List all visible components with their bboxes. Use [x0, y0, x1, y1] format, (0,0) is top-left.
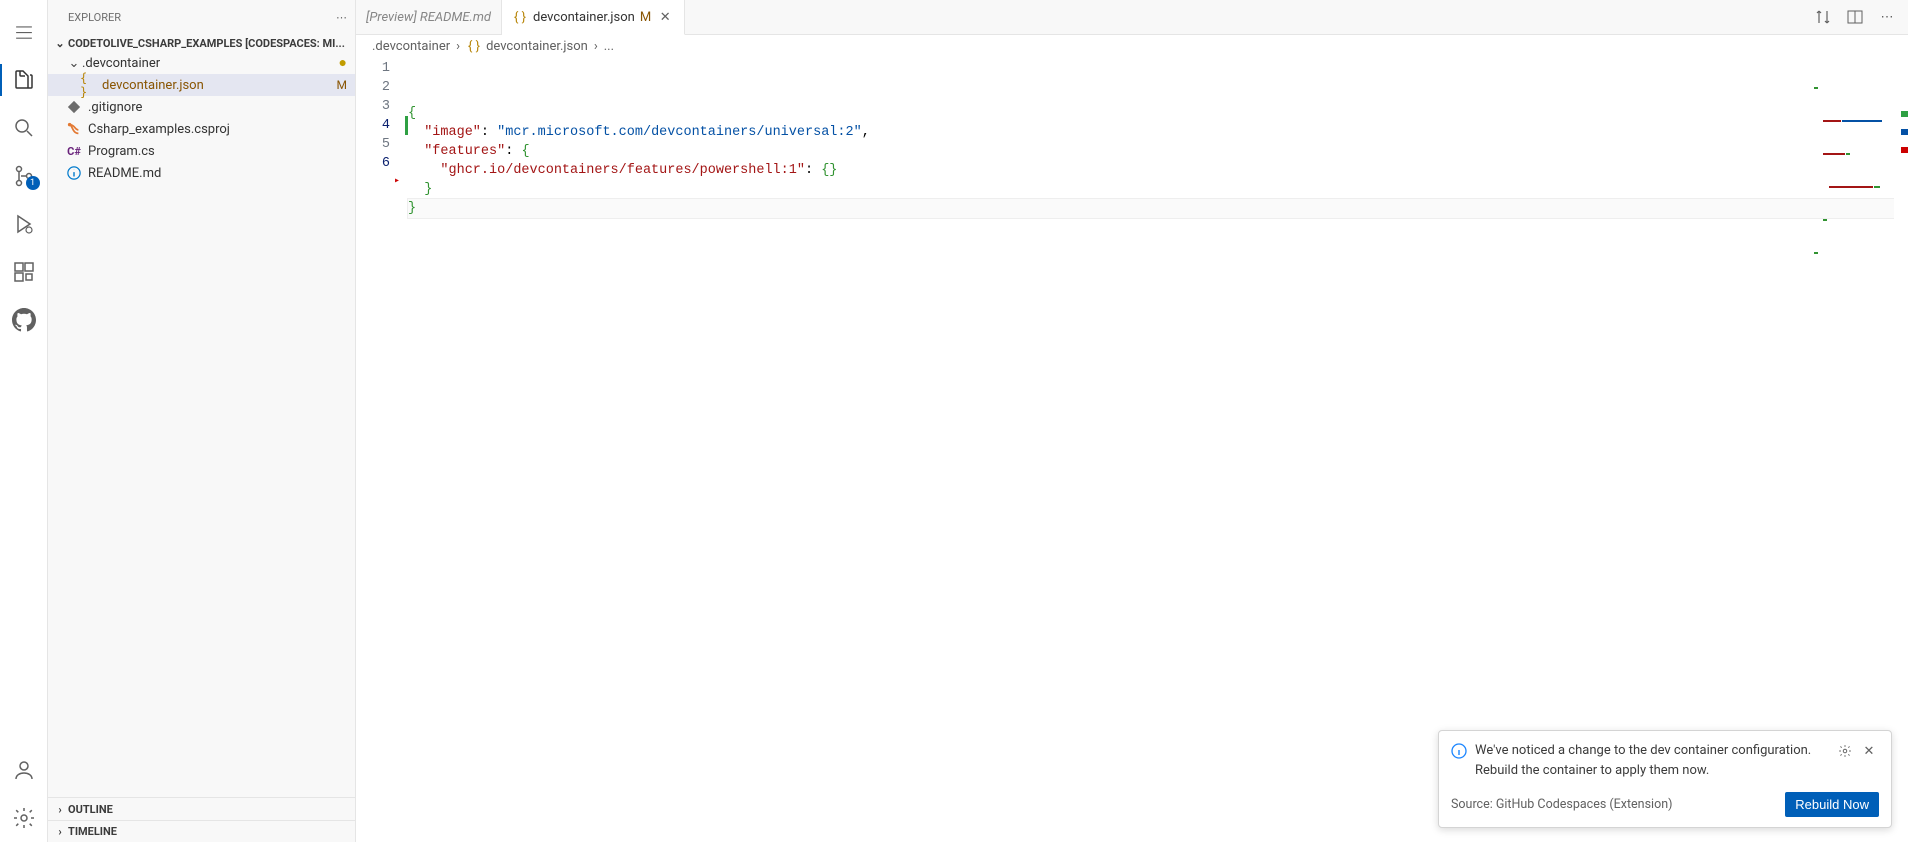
project-title: CODETOLIVE_CSHARP_EXAMPLES [CODESPACES: … [68, 37, 345, 50]
breadcrumb-segment[interactable]: ... [604, 39, 614, 54]
chevron-down-icon: ⌄ [52, 37, 68, 50]
file-row[interactable]: { } devcontainer.jsonM [48, 74, 355, 96]
github-icon[interactable] [0, 296, 48, 344]
code-line[interactable]: } [408, 180, 1908, 199]
code-line[interactable]: { [408, 104, 1908, 123]
file-row[interactable]: README.md [48, 162, 355, 184]
timeline-section[interactable]: › TIMELINE [48, 820, 355, 842]
editor-body[interactable]: ▸ 123456 { "image": "mcr.microsoft.com/d… [356, 57, 1908, 842]
file-tree: ⌄.devcontainer● { } devcontainer.jsonM .git… [48, 52, 355, 797]
run-debug-icon[interactable] [0, 200, 48, 248]
notification-source: Source: GitHub Codespaces (Extension) [1451, 797, 1672, 812]
file-row[interactable]: .gitignore [48, 96, 355, 118]
tree-item-label: .gitignore [88, 100, 347, 115]
tab-bar: [Preview] README.md { } devcontainer.jso… [356, 0, 1908, 35]
code-line[interactable]: "features": { [408, 142, 1908, 161]
breadcrumb-segment[interactable]: .devcontainer [372, 39, 450, 54]
notification-gear-icon[interactable] [1835, 741, 1855, 761]
overview-mark-add [1901, 111, 1908, 117]
menu-icon[interactable] [0, 8, 48, 56]
chevron-right-icon: › [52, 803, 68, 816]
accounts-icon[interactable] [0, 746, 48, 794]
explorer-sidebar: EXPLORER ⋯ ⌄ CODETOLIVE_CSHARP_EXAMPLES … [48, 0, 356, 842]
outline-section[interactable]: › OUTLINE [48, 798, 355, 820]
chevron-right-icon: › [52, 825, 68, 838]
line-number: 5 [356, 135, 408, 154]
breadcrumb-segment[interactable]: devcontainer.json [486, 39, 588, 54]
info-icon [66, 165, 82, 181]
extensions-icon[interactable] [0, 248, 48, 296]
line-number-gutter: ▸ 123456 [356, 57, 408, 842]
search-icon[interactable] [0, 104, 48, 152]
json-icon: { } [512, 9, 528, 25]
json-icon: { } [466, 38, 482, 54]
code-line[interactable]: "image": "mcr.microsoft.com/devcontainer… [408, 123, 1908, 142]
minimap[interactable] [1814, 57, 1894, 69]
modified-dot-icon: ● [335, 56, 347, 70]
tab-label: [Preview] README.md [366, 10, 491, 25]
line-number: 6 [356, 154, 408, 173]
project-title-row[interactable]: ⌄ CODETOLIVE_CSHARP_EXAMPLES [CODESPACES… [48, 35, 355, 52]
line-number: 3 [356, 97, 408, 116]
tree-item-label: Program.cs [88, 144, 347, 159]
csharp-icon: C# [66, 143, 82, 159]
overview-mark [1901, 129, 1908, 135]
explorer-icon[interactable] [0, 56, 48, 104]
xml-icon [66, 121, 82, 137]
tree-item-label: devcontainer.json [102, 78, 333, 93]
notification-toast: We've noticed a change to the dev contai… [1438, 730, 1892, 828]
explorer-more-icon[interactable]: ⋯ [336, 11, 347, 24]
notification-message: We've noticed a change to the dev contai… [1475, 741, 1827, 780]
line-number: 1 [356, 59, 408, 78]
editor-area: [Preview] README.md { } devcontainer.jso… [356, 0, 1908, 842]
tree-item-label: .devcontainer [82, 56, 335, 71]
tree-item-label: README.md [88, 166, 347, 181]
source-control-icon[interactable]: 1 [0, 152, 48, 200]
rebuild-now-button[interactable]: Rebuild Now [1785, 792, 1879, 817]
tab-status-modified: M [640, 10, 651, 25]
chevron-down-icon: ⌄ [66, 56, 82, 71]
explorer-header: EXPLORER ⋯ [48, 0, 355, 35]
code-line[interactable]: } [408, 199, 1908, 218]
settings-gear-icon[interactable] [0, 794, 48, 842]
close-icon[interactable]: ✕ [656, 10, 674, 25]
tab-readme-preview[interactable]: [Preview] README.md [356, 0, 502, 34]
file-row[interactable]: Csharp_examples.csproj [48, 118, 355, 140]
code-line[interactable]: "ghcr.io/devcontainers/features/powershe… [408, 161, 1908, 180]
error-glyph-icon: ▸ [394, 175, 400, 187]
git-status-modified: M [333, 78, 347, 92]
more-actions-icon[interactable]: ⋯ [1874, 4, 1900, 30]
tab-label: devcontainer.json [533, 10, 635, 25]
json-icon: { } [80, 77, 96, 93]
compare-changes-icon[interactable] [1810, 4, 1836, 30]
line-number: 4 [356, 116, 408, 135]
tree-item-label: Csharp_examples.csproj [88, 122, 347, 137]
git-icon [66, 99, 82, 115]
split-editor-icon[interactable] [1842, 4, 1868, 30]
file-row[interactable]: C# Program.cs [48, 140, 355, 162]
overview-mark-error [1901, 147, 1908, 153]
line-number: 2 [356, 78, 408, 97]
explorer-header-label: EXPLORER [68, 11, 121, 24]
overview-ruler[interactable] [1894, 57, 1908, 842]
source-control-badge: 1 [26, 176, 40, 190]
breadcrumb[interactable]: .devcontainer › { } devcontainer.json › … [356, 35, 1908, 57]
code-content[interactable]: { "image": "mcr.microsoft.com/devcontain… [408, 57, 1908, 842]
close-icon[interactable]: ✕ [1859, 741, 1879, 761]
info-icon [1451, 743, 1467, 759]
chevron-right-icon: › [592, 39, 600, 54]
chevron-right-icon: › [454, 39, 462, 54]
tab-devcontainer[interactable]: { } devcontainer.json M ✕ [502, 0, 685, 35]
activity-bar: 1 [0, 0, 48, 842]
